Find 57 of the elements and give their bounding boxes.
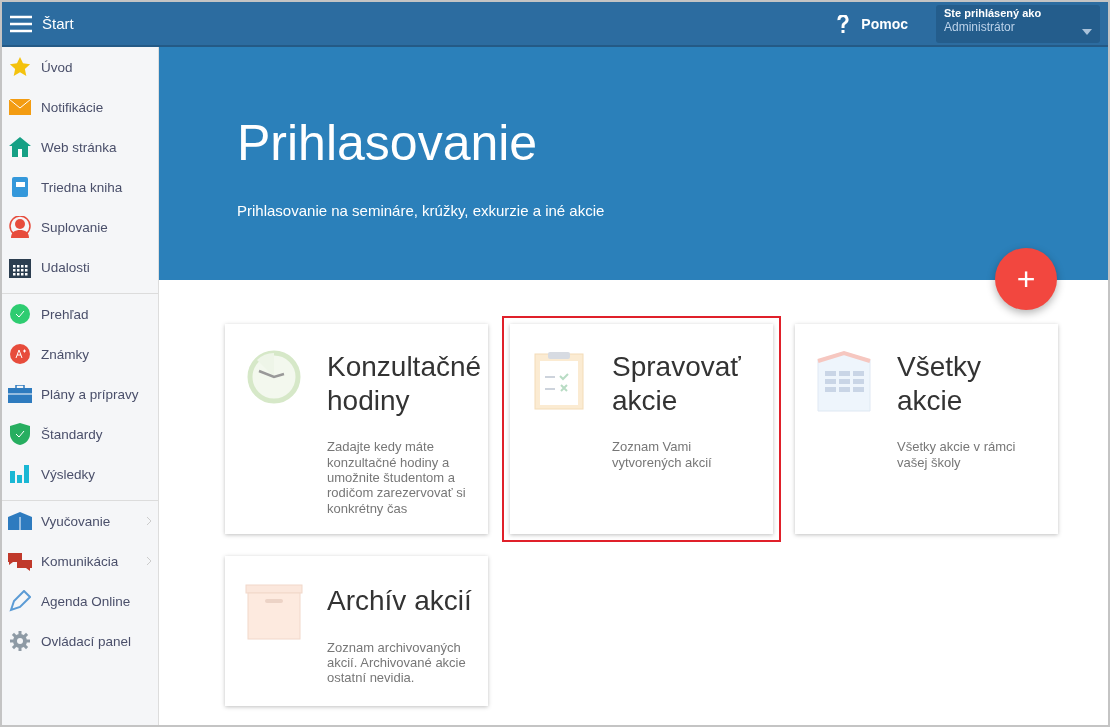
tile-title: Archív akcií (327, 584, 473, 618)
chat-bubbles-icon (8, 551, 32, 571)
user-dropdown[interactable]: Ste prihlásený ako Administrátor (936, 4, 1100, 43)
sidebar-item[interactable]: Štandardy (2, 414, 158, 454)
caret-icon (1082, 28, 1092, 35)
tile-title: Všetky akcie (897, 350, 983, 418)
briefcase-icon (8, 385, 32, 403)
add-button[interactable]: + (995, 248, 1057, 310)
sidebar-item[interactable]: Plány a prípravy (2, 374, 158, 414)
bar-chart-icon (10, 465, 30, 483)
pen-icon (9, 590, 31, 612)
tile-title: Konzultačné hodiny (327, 350, 482, 418)
person-icon (9, 216, 31, 238)
page-subtitle: Prihlasovanie na semináre, krúžky, exkurzie a iné akcie (237, 202, 606, 219)
tile-card[interactable]: Spravovať akcie Zoznam Vami vytvorených akcií (510, 324, 773, 534)
sidebar-item[interactable]: Prehľad (2, 294, 158, 334)
sidebar-item[interactable]: Agenda Online (2, 581, 158, 621)
grade-circle-icon (10, 344, 30, 364)
sidebar-item[interactable]: Udalosti (2, 247, 158, 287)
book-icon (8, 512, 32, 530)
sidebar-item[interactable]: Ovládací panel (2, 621, 158, 661)
tile-card[interactable]: Archív akcií Zoznam archivovaných akcií. Archivované akcie ostatní nevidia. (225, 556, 488, 706)
tile-card[interactable]: Konzultačné hodiny Zadajte kedy máte konzultačné hodiny a umožnite študentom a rodičom zarezervovať si konkrétny čas (225, 324, 488, 534)
page-title: Prihlasovanie (237, 114, 539, 172)
tile-description: Zadajte kedy máte konzultačné hodiny a umožnite študentom a rodičom zarezervovať si konkrétny čas (327, 439, 467, 516)
notebook-icon (12, 177, 28, 197)
sidebar-item[interactable]: Triedna kniha (2, 167, 158, 207)
user-name: Administrátor (944, 19, 1016, 34)
app-title: Štart (42, 15, 75, 32)
sidebar-item[interactable]: Notifikácie (2, 87, 158, 127)
clipboard-icon (534, 350, 584, 410)
help-button[interactable]: Pomoc (833, 10, 912, 37)
sidebar-item[interactable]: Výsledky (2, 454, 158, 494)
calendar-icon (9, 256, 31, 278)
house-icon (9, 137, 31, 157)
sidebar-item[interactable]: Web stránka (2, 127, 158, 167)
tile-description: Zoznam archivovaných akcií. Archivované akcie ostatní nevidia. (327, 639, 467, 686)
gear-icon (10, 631, 30, 651)
sidebar-item[interactable]: Vyučovanie (2, 501, 158, 541)
sidebar-item[interactable]: Úvod (2, 47, 158, 87)
menu-icon[interactable] (10, 14, 32, 33)
user-label: Ste prihlásený ako (944, 6, 1043, 19)
star-icon (9, 56, 31, 78)
sidebar-item[interactable]: Známky (2, 334, 158, 374)
tile-description: Zoznam Vami vytvorených akcií (612, 439, 713, 470)
tile-description: Všetky akcie v rámci vašej školy (897, 439, 1017, 470)
clock-icon (247, 350, 301, 404)
envelope-icon (9, 99, 31, 115)
sidebar-item[interactable]: Komunikácia (2, 541, 158, 581)
question-mark-icon (837, 14, 850, 33)
building-icon (817, 350, 871, 412)
shield-icon (10, 423, 30, 445)
check-circle-icon (10, 304, 30, 324)
tile-card[interactable]: Všetky akcie Všetky akcie v rámci vašej školy (795, 324, 1058, 534)
sidebar-item[interactable]: Suplovanie (2, 207, 158, 247)
tile-title: Spravovať akcie (612, 350, 742, 418)
box-icon (245, 584, 303, 640)
